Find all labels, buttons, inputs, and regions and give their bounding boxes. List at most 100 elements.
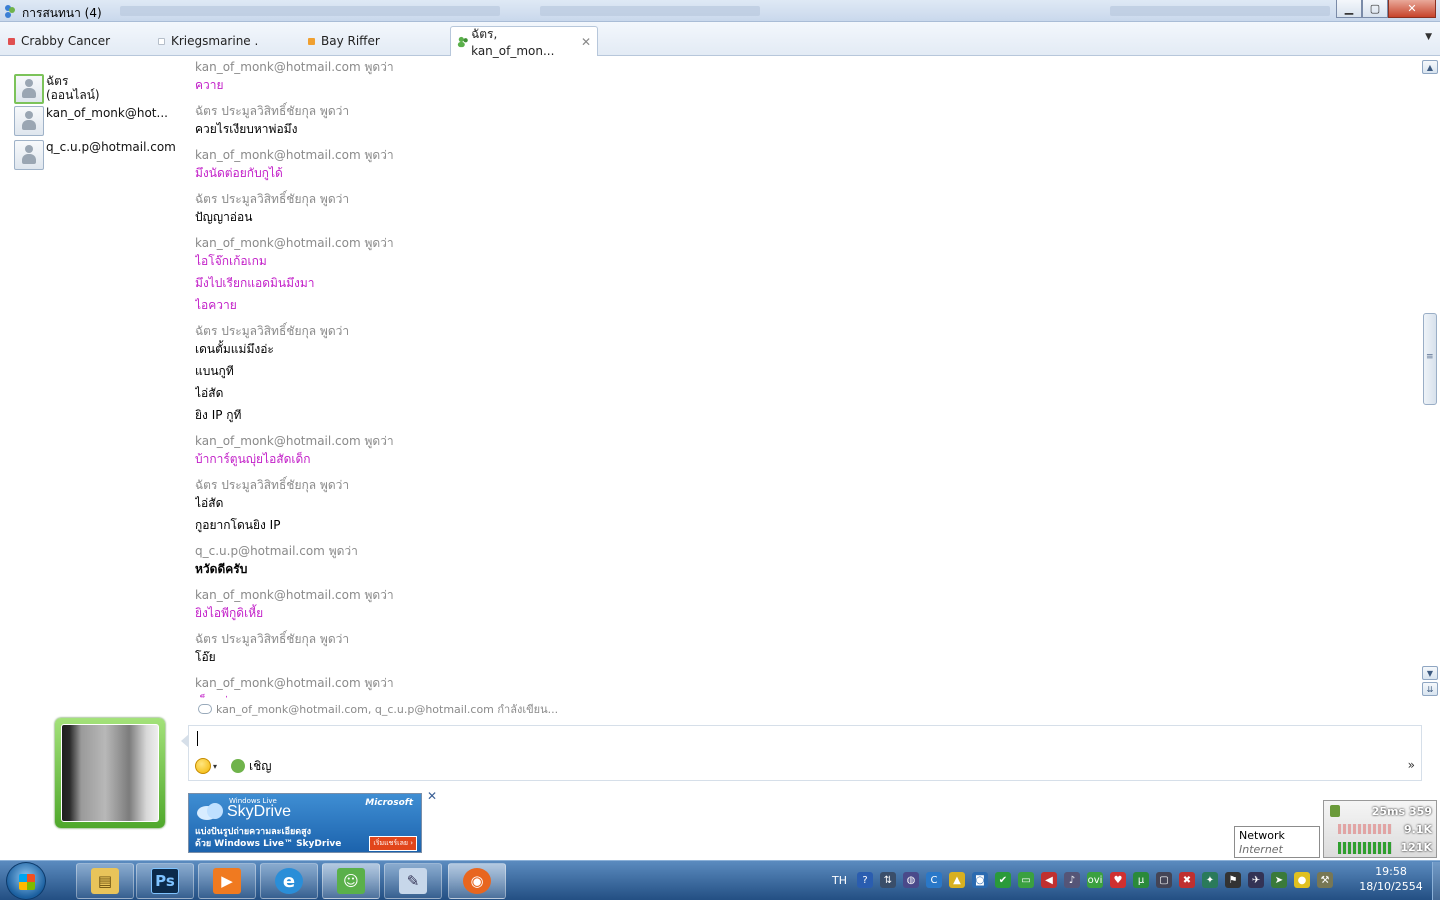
message-text: ปัญญาอ่อน	[195, 210, 253, 224]
message-text: บ้าการ์ตูนญุ่ยไอสัดเด็ก	[195, 452, 311, 466]
status-icon	[8, 37, 15, 45]
close-tab-icon[interactable]: ✕	[581, 35, 591, 49]
skydrive-ad-banner[interactable]: Windows Live SkyDrive Microsoft แบ่งปันร…	[188, 793, 422, 853]
message-sender: ฉัตร ประมูลวิสิทธิ์ชัยกุล พูดว่า	[195, 324, 350, 338]
tab-bay-riffer[interactable]: Bay Riffer	[308, 26, 380, 56]
message-text: ยิงไอพีกูดิเหี้ย	[195, 606, 264, 620]
participant-name: q_c.u.p@hotmail.com	[46, 140, 176, 154]
tab-label: Bay Riffer	[321, 34, 380, 48]
taskbar-firefox[interactable]: ◉	[448, 863, 506, 899]
tray-icon[interactable]: ▭	[1018, 872, 1034, 888]
avatar	[14, 74, 44, 104]
close-ad-icon[interactable]: ✕	[427, 789, 437, 803]
tray-icon[interactable]: ▲	[949, 872, 965, 888]
tray-icon[interactable]: ●	[1294, 872, 1310, 888]
message-text: ไอ่สัด	[195, 386, 224, 400]
ad-cta-button[interactable]: เริ่มแชร์เลย ›	[369, 836, 417, 851]
tray-icon[interactable]: ✦	[1202, 872, 1218, 888]
message-text: ไอควาย	[195, 298, 237, 312]
more-options-icon[interactable]: »	[1408, 758, 1415, 772]
minimize-button[interactable]: ▁	[1336, 0, 1362, 18]
invite-button[interactable]: เชิญ	[231, 757, 272, 776]
avatar	[14, 140, 44, 170]
system-tray: TH ? ⇅ ◍ C ▲ ◙ ✔ ▭ ◀ ♪ ovi ♥ μ ▢ ✖ ✦ ⚑ ✈ ➤ ● ⚒	[832, 868, 1340, 892]
taskbar-photoshop[interactable]: Ps	[136, 863, 194, 899]
tray-icon[interactable]: ◙	[972, 872, 988, 888]
title-ghost	[120, 6, 500, 16]
conversation-tabs: Crabby Cancer Kriegsmarine . Bay Riffer …	[0, 22, 1440, 58]
my-display-picture[interactable]	[55, 718, 165, 828]
taskbar-file-explorer[interactable]: ▤	[76, 863, 134, 899]
show-desktop-button[interactable]	[1432, 862, 1440, 900]
tray-icon[interactable]: ◍	[903, 872, 919, 888]
message-text: มึงนัดต่อยกับกูได้	[195, 166, 283, 180]
text-cursor	[197, 731, 198, 746]
message-text: ยิง IP กูที	[195, 408, 242, 422]
clock[interactable]: 19:58 18/10/2554	[1356, 864, 1426, 894]
conversation-scrollbar[interactable]: ▲ ≡ ▼ ⇊	[1422, 58, 1438, 698]
message-input[interactable]	[199, 731, 1299, 749]
scroll-down-button[interactable]: ▼	[1422, 666, 1438, 680]
tray-icon[interactable]: ✔	[995, 872, 1011, 888]
tab-crabby-cancer[interactable]: Crabby Cancer	[8, 26, 110, 56]
add-contact-icon	[231, 759, 246, 773]
person-icon	[21, 79, 37, 99]
tray-icon[interactable]: ♪	[1064, 872, 1080, 888]
message-compose-area[interactable]: ▾ เชิญ »	[181, 725, 1422, 781]
taskbar-media-player[interactable]: ▶	[198, 863, 256, 899]
tray-icon[interactable]: ◀	[1041, 872, 1057, 888]
tray-icon[interactable]: ➤	[1271, 872, 1287, 888]
taskbar-messenger[interactable]: ☺	[322, 863, 380, 899]
network-tooltip-title: Network	[1239, 829, 1285, 842]
messenger-icon: ☺	[337, 868, 365, 894]
upload-value: 9.1K	[1403, 822, 1432, 836]
close-button[interactable]: ✕	[1388, 0, 1436, 18]
message-text: ไอโจ๊กเก้อเกม	[195, 254, 267, 268]
scroll-to-end-button[interactable]: ⇊	[1422, 682, 1438, 696]
taskbar-internet-explorer[interactable]: e	[260, 863, 318, 899]
folder-icon: ▤	[91, 868, 119, 894]
chevron-down-icon[interactable]: ▾	[213, 762, 217, 771]
participant-name: kan_of_monk@hot...	[46, 106, 168, 120]
maximize-button[interactable]: ▢	[1362, 0, 1388, 18]
tray-icon[interactable]: ▢	[1156, 872, 1172, 888]
tray-icon[interactable]: ⇅	[880, 872, 896, 888]
tabs-menu-icon[interactable]: ▼	[1425, 32, 1432, 42]
tray-icon[interactable]: C	[926, 872, 942, 888]
emoticon-icon[interactable]	[195, 758, 211, 774]
display-picture-image	[61, 724, 159, 822]
tray-icon[interactable]: ⚒	[1317, 872, 1333, 888]
conversation-history[interactable]: kan_of_monk@hotmail.com พูดว่า ควาย ฉัตร ป…	[195, 58, 1415, 698]
tray-icon[interactable]: ?	[857, 872, 873, 888]
tray-icon[interactable]: ♥	[1110, 872, 1126, 888]
tray-icon[interactable]: ovi	[1087, 872, 1103, 888]
scroll-up-button[interactable]: ▲	[1422, 60, 1438, 74]
tray-icon[interactable]: μ	[1133, 872, 1149, 888]
message-text: แบนกูที	[195, 364, 234, 378]
tab-kriegsmarine[interactable]: Kriegsmarine .	[158, 26, 258, 56]
message-sender: ฉัตร ประมูลวิสิทธิ์ชัยกุล พูดว่า	[195, 104, 350, 118]
tray-icon[interactable]: ✖	[1179, 872, 1195, 888]
participant-item[interactable]: ฉัตร (ออนไลน์)	[14, 74, 100, 104]
tab-label: Kriegsmarine .	[171, 34, 259, 48]
clock-date: 18/10/2554	[1359, 880, 1423, 893]
paint-icon: ✎	[399, 868, 427, 894]
speech-bubble-icon	[198, 704, 212, 714]
status-icon	[308, 37, 315, 45]
message-text: โอ๊ย	[195, 650, 216, 664]
network-meter-gadget[interactable]: 25ms 359 9.1K 121K	[1323, 800, 1437, 858]
avatar	[14, 106, 44, 136]
tray-icon[interactable]: ⚑	[1225, 872, 1241, 888]
tab-group-chat[interactable]: ฉัตร, kan_of_mon... ✕	[450, 26, 598, 58]
message-text: เอ็งแม่	[195, 692, 228, 698]
tray-icon[interactable]: ✈	[1248, 872, 1264, 888]
participant-item[interactable]: kan_of_monk@hot...	[14, 106, 168, 136]
start-button[interactable]	[6, 862, 46, 900]
scroll-thumb[interactable]: ≡	[1423, 313, 1437, 405]
taskbar-paint[interactable]: ✎	[384, 863, 442, 899]
message-sender: kan_of_monk@hotmail.com พูดว่า	[195, 148, 394, 162]
message-text: หวัดดีครับ	[195, 562, 248, 576]
language-indicator[interactable]: TH	[832, 874, 847, 887]
participant-item[interactable]: q_c.u.p@hotmail.com	[14, 140, 176, 170]
message-text: มึงไปเรียกแอดมินมึงมา	[195, 276, 315, 290]
